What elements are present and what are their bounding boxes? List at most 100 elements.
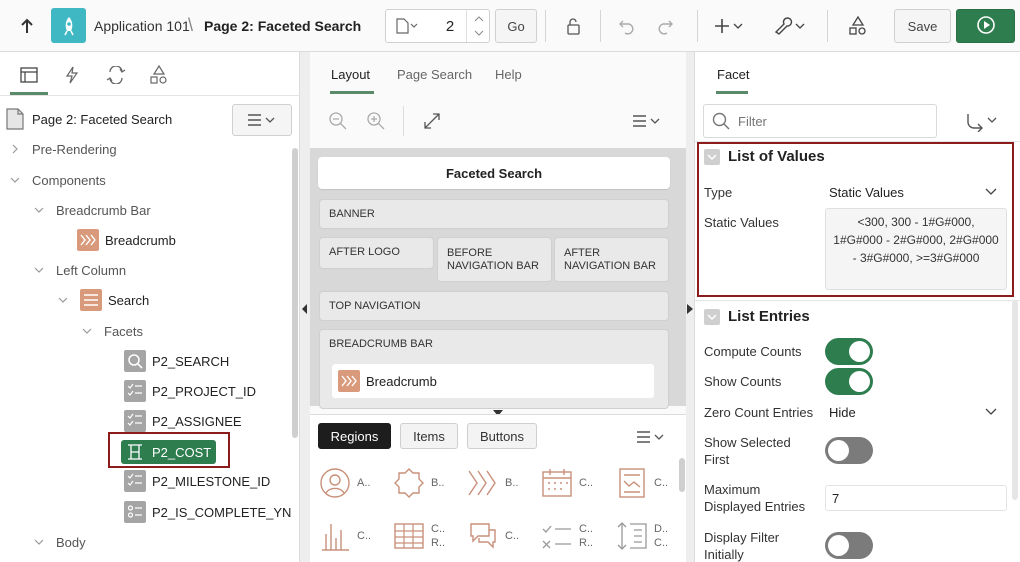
page-selector[interactable]: 2	[385, 9, 490, 43]
chevron-down-icon[interactable]	[56, 293, 70, 307]
tree-node-p2-is-complete-yn[interactable]: P2_IS_COMPLETE_YN	[124, 501, 291, 523]
region-after-navigation-bar[interactable]: AFTER NAVIGATION BAR	[554, 237, 669, 282]
toggle-display-filter-initially[interactable]	[825, 532, 873, 559]
chevron-down-icon[interactable]	[32, 263, 46, 277]
select-type[interactable]: Static Values	[825, 179, 1007, 205]
tab-page-search[interactable]: Page Search	[397, 67, 472, 82]
right-scrollbar[interactable]	[1012, 300, 1018, 500]
badge-icon	[394, 468, 424, 498]
breadcrumb-icon	[468, 470, 496, 496]
tree-node-breadcrumb[interactable]: Breadcrumb	[77, 229, 176, 251]
gallery-menu-icon[interactable]	[636, 430, 666, 447]
label-zero-count-entries: Zero Count Entries	[704, 405, 814, 420]
wrench-icon[interactable]	[770, 9, 810, 43]
gallery-tab-regions[interactable]: Regions	[318, 423, 391, 449]
region-banner[interactable]: BANNER	[319, 199, 669, 229]
filter-input[interactable]	[738, 113, 918, 129]
tree-node-p2-assignee[interactable]: P2_ASSIGNEE	[124, 410, 242, 432]
collapse-chevron-icon[interactable]	[704, 308, 720, 325]
tree-node-body[interactable]: Body	[32, 531, 86, 553]
go-button[interactable]: Go	[495, 9, 537, 43]
processing-tab-icon[interactable]	[105, 64, 127, 86]
redo-icon[interactable]	[650, 9, 680, 43]
tree-node-left-column[interactable]: Left Column	[32, 259, 126, 281]
region-before-navigation-bar[interactable]: BEFORE NAVIGATION BAR	[437, 237, 552, 282]
shared-components-icon[interactable]	[842, 9, 874, 43]
canvas-breadcrumb-item[interactable]: Breadcrumb	[332, 364, 654, 398]
collapse-chevron-icon[interactable]	[704, 148, 720, 165]
region-top-navigation[interactable]: TOP NAVIGATION	[319, 291, 669, 321]
tree-node-breadcrumb-bar[interactable]: Breadcrumb Bar	[32, 199, 151, 221]
comments-icon	[470, 523, 496, 549]
gallery-item-card[interactable]: C..	[616, 467, 668, 499]
toggle-show-counts[interactable]	[825, 368, 873, 395]
gallery-item-comments[interactable]: C..	[467, 520, 519, 552]
save-button[interactable]: Save	[894, 9, 951, 43]
tree-node-p2-milestone-id[interactable]: P2_MILESTONE_ID	[124, 470, 270, 492]
gallery-item-content-row[interactable]: C.. R..	[541, 520, 595, 552]
go-to-group-icon[interactable]	[966, 112, 1000, 135]
checkbox-facet-icon	[124, 380, 146, 402]
breadcrumb-region-icon	[77, 229, 99, 251]
section-list-of-values[interactable]: List of Values	[704, 148, 825, 165]
tree-node-search[interactable]: Search	[56, 289, 149, 311]
chevron-down-icon[interactable]	[32, 535, 46, 549]
expand-icon[interactable]	[423, 112, 441, 133]
tree-node-facets[interactable]: Facets	[80, 320, 143, 342]
gallery-item-chart[interactable]: C..	[319, 520, 371, 552]
gallery-tab-items[interactable]: Items	[400, 423, 458, 449]
tree-root-label: Page 2: Faceted Search	[32, 111, 173, 127]
tree-node-p2-cost-selected[interactable]: P2_COST	[121, 440, 216, 464]
gallery-tab-buttons[interactable]: Buttons	[467, 423, 537, 449]
tree-node-p2-project-id[interactable]: P2_PROJECT_ID	[124, 380, 256, 402]
chevron-down-icon[interactable]	[32, 203, 46, 217]
chevron-down-icon[interactable]	[8, 173, 22, 187]
tree-node-p2-search[interactable]: P2_SEARCH	[124, 350, 229, 372]
right-splitter[interactable]	[686, 52, 694, 562]
tree-node-components[interactable]: Components	[8, 169, 106, 191]
page-shared-components-tab-icon[interactable]	[148, 64, 170, 86]
lock-icon[interactable]	[557, 9, 589, 43]
gallery-item-dynamic-content[interactable]: D.. C..	[616, 520, 670, 552]
layout-menu-icon[interactable]	[632, 114, 662, 131]
undo-icon[interactable]	[612, 9, 642, 43]
static-values-field[interactable]: <300, 300 - 1#G#000, 1#G#000 - 2#G#000, …	[825, 208, 1007, 290]
tree-node-pre-rendering[interactable]: Pre-Rendering	[8, 138, 117, 160]
select-zero-count-entries[interactable]: Hide	[825, 399, 1007, 425]
page-icon[interactable]	[396, 18, 418, 37]
toggle-show-selected-first[interactable]	[825, 437, 873, 464]
zoom-in-icon[interactable]	[366, 111, 386, 134]
dynamic-actions-tab-icon[interactable]	[61, 64, 83, 86]
left-scrollbar[interactable]	[292, 148, 298, 438]
toggle-compute-counts[interactable]	[825, 338, 873, 365]
canvas-title-faceted-search[interactable]: Faceted Search	[318, 157, 670, 189]
rendering-tab-icon[interactable]	[18, 64, 40, 86]
tree-root-page[interactable]: Page 2: Faceted Search	[6, 108, 172, 130]
tab-facet[interactable]: Facet	[717, 67, 750, 82]
page-spinner[interactable]	[466, 10, 490, 42]
tab-help[interactable]: Help	[495, 67, 522, 82]
app-rocket-icon[interactable]	[51, 8, 86, 43]
region-after-logo[interactable]: AFTER LOGO	[319, 237, 434, 269]
app-name-link[interactable]: Application 101	[94, 18, 190, 34]
zoom-out-icon[interactable]	[328, 111, 348, 134]
gallery-item-avatar[interactable]: A..	[319, 467, 370, 499]
gallery-item-classic-report[interactable]: C.. R..	[393, 520, 447, 552]
section-list-entries[interactable]: List Entries	[704, 308, 810, 325]
property-filter[interactable]	[703, 104, 937, 138]
tree-menu-button[interactable]	[232, 104, 292, 136]
tab-layout[interactable]: Layout	[331, 67, 370, 82]
gallery-item-breadcrumb[interactable]: B..	[467, 467, 518, 499]
input-maximum-displayed-entries[interactable]: 7	[825, 485, 1007, 511]
gallery-item-badge[interactable]: B..	[393, 467, 444, 499]
run-button[interactable]	[956, 9, 1015, 43]
chevron-right-icon[interactable]	[8, 142, 22, 156]
page-number-input[interactable]: 2	[442, 18, 458, 35]
chevron-down-icon[interactable]	[80, 324, 94, 338]
up-arrow-icon[interactable]	[12, 9, 42, 43]
gallery-scrollbar[interactable]	[679, 458, 685, 492]
checklist-icon	[542, 525, 571, 549]
gallery-item-calendar[interactable]: C..	[541, 467, 593, 499]
plus-icon[interactable]	[712, 9, 748, 43]
left-splitter[interactable]	[300, 52, 310, 562]
